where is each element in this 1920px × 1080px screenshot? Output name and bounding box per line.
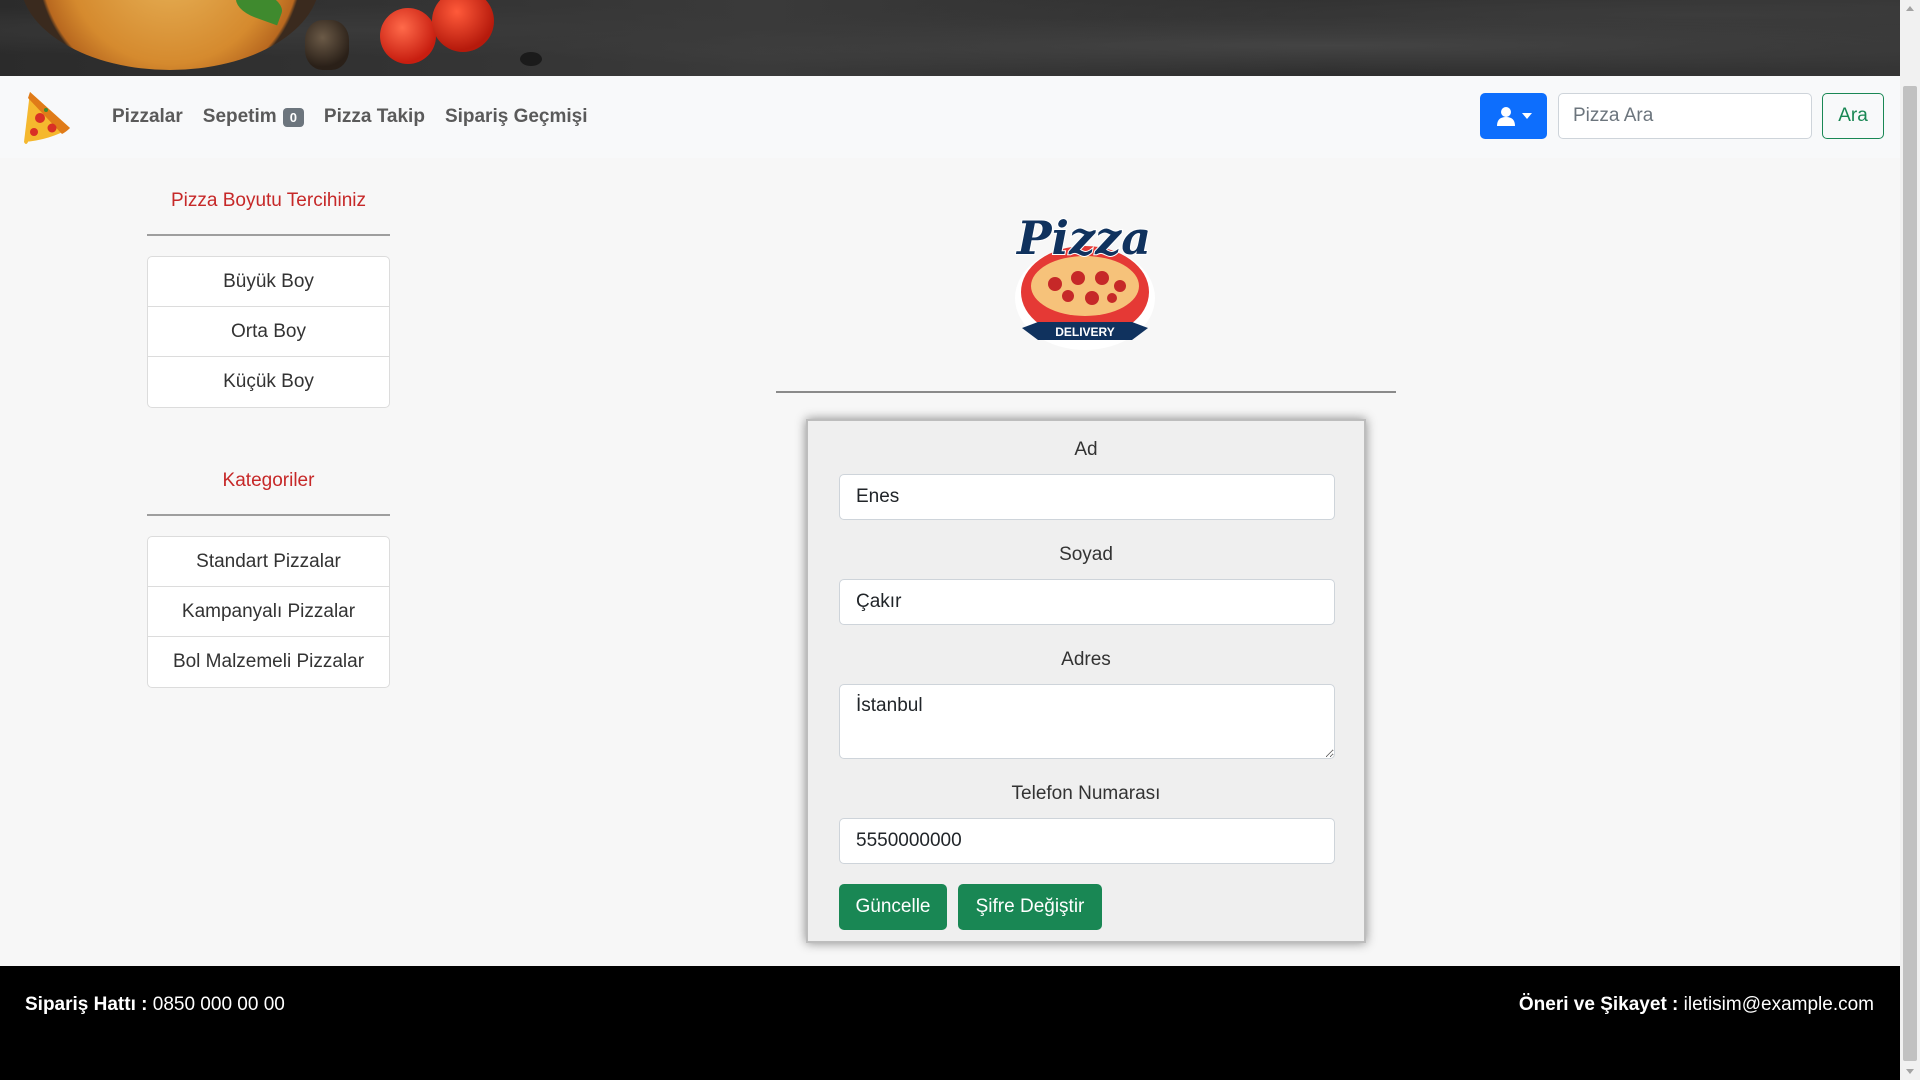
address-textarea[interactable]: İstanbul (839, 684, 1335, 759)
phone-label: Telefon Numarası (1011, 783, 1161, 804)
search-button[interactable]: Ara (1822, 93, 1884, 139)
phone-input[interactable] (839, 818, 1335, 864)
size-heading: Pizza Boyutu Tercihiniz (170, 190, 367, 211)
user-menu-button[interactable] (1480, 93, 1547, 139)
order-line: Sipariş Hattı : 0850 000 00 00 (25, 994, 285, 1016)
size-item-buyuk[interactable]: Büyük Boy (148, 257, 389, 307)
nav-link-siparis-gecmisi[interactable]: Sipariş Geçmişi (445, 106, 588, 128)
category-item-standart[interactable]: Standart Pizzalar (148, 537, 389, 587)
logo-title-text: Pizza (1015, 211, 1151, 265)
nav-link-sepetim[interactable]: Sepetim 0 (203, 106, 304, 128)
category-list: Standart Pizzalar Kampanyalı Pizzalar Bo… (147, 536, 390, 688)
content-divider (776, 391, 1396, 393)
nav-link-label: Sepetim (202, 106, 277, 127)
hero-tomato (380, 8, 436, 64)
nav-link-label: Pizzalar (112, 106, 183, 127)
caret-down-icon (1521, 113, 1532, 119)
navbar: Pizzalar Sepetim 0 Pizza Takip Sipariş G… (0, 76, 1900, 158)
scrollbar-thumb[interactable] (1903, 86, 1917, 1061)
name-input[interactable] (839, 474, 1335, 520)
feedback-label: Öneri ve Şikayet : (1518, 994, 1679, 1015)
category-item-kampanyali[interactable]: Kampanyalı Pizzalar (148, 587, 389, 637)
category-divider (147, 514, 390, 516)
nav-link-label: Pizza Takip (323, 106, 425, 127)
name-label: Ad (1074, 439, 1098, 460)
hero-tomato (432, 0, 494, 52)
user-icon (1496, 107, 1515, 126)
profile-form: Ad Soyad Adres İstanbul Telefon Numarası… (806, 419, 1366, 943)
feedback-contact: Öneri ve Şikayet : iletisim@example.com (1519, 994, 1874, 1016)
hero-pepper-jar (305, 20, 349, 70)
hero-olive (520, 52, 542, 66)
surname-label: Soyad (1059, 544, 1113, 565)
address-label: Adres (1061, 649, 1111, 670)
pizza-search-input[interactable] (1558, 93, 1812, 139)
hero-banner (0, 0, 1900, 76)
size-divider (147, 234, 390, 236)
scroll-down-arrow-icon[interactable] (1906, 1069, 1914, 1074)
nav-link-label: Sipariş Geçmişi (444, 106, 588, 127)
scroll-up-arrow-icon[interactable] (1906, 6, 1914, 11)
nav-link-pizzalar[interactable]: Pizzalar (112, 106, 183, 128)
size-list: Büyük Boy Orta Boy Küçük Boy (147, 256, 390, 408)
size-item-orta[interactable]: Orta Boy (148, 307, 389, 357)
order-line-value: 0850 000 00 00 (152, 994, 285, 1015)
surname-input[interactable] (839, 579, 1335, 625)
footer: Sipariş Hattı : 0850 000 00 00 Öneri ve … (0, 966, 1900, 1080)
size-item-kucuk[interactable]: Küçük Boy (148, 357, 389, 407)
pizza-delivery-logo: DELIVERY Pizza (1014, 210, 1155, 350)
change-password-button[interactable]: Şifre Değiştir (958, 884, 1102, 930)
update-button[interactable]: Güncelle (839, 884, 947, 930)
feedback-email[interactable]: iletisim@example.com (1684, 994, 1874, 1015)
pizza-slice-logo-icon[interactable] (20, 88, 72, 146)
order-line-label: Sipariş Hattı : (25, 994, 148, 1015)
logo-ribbon-text: DELIVERY (1055, 325, 1115, 339)
nav-link-pizza-takip[interactable]: Pizza Takip (324, 106, 425, 128)
category-heading: Kategoriler (222, 470, 315, 491)
cart-count-badge: 0 (282, 107, 304, 127)
category-item-bol-malzemeli[interactable]: Bol Malzemeli Pizzalar (148, 637, 389, 687)
page-scrollbar[interactable] (1900, 0, 1920, 1080)
